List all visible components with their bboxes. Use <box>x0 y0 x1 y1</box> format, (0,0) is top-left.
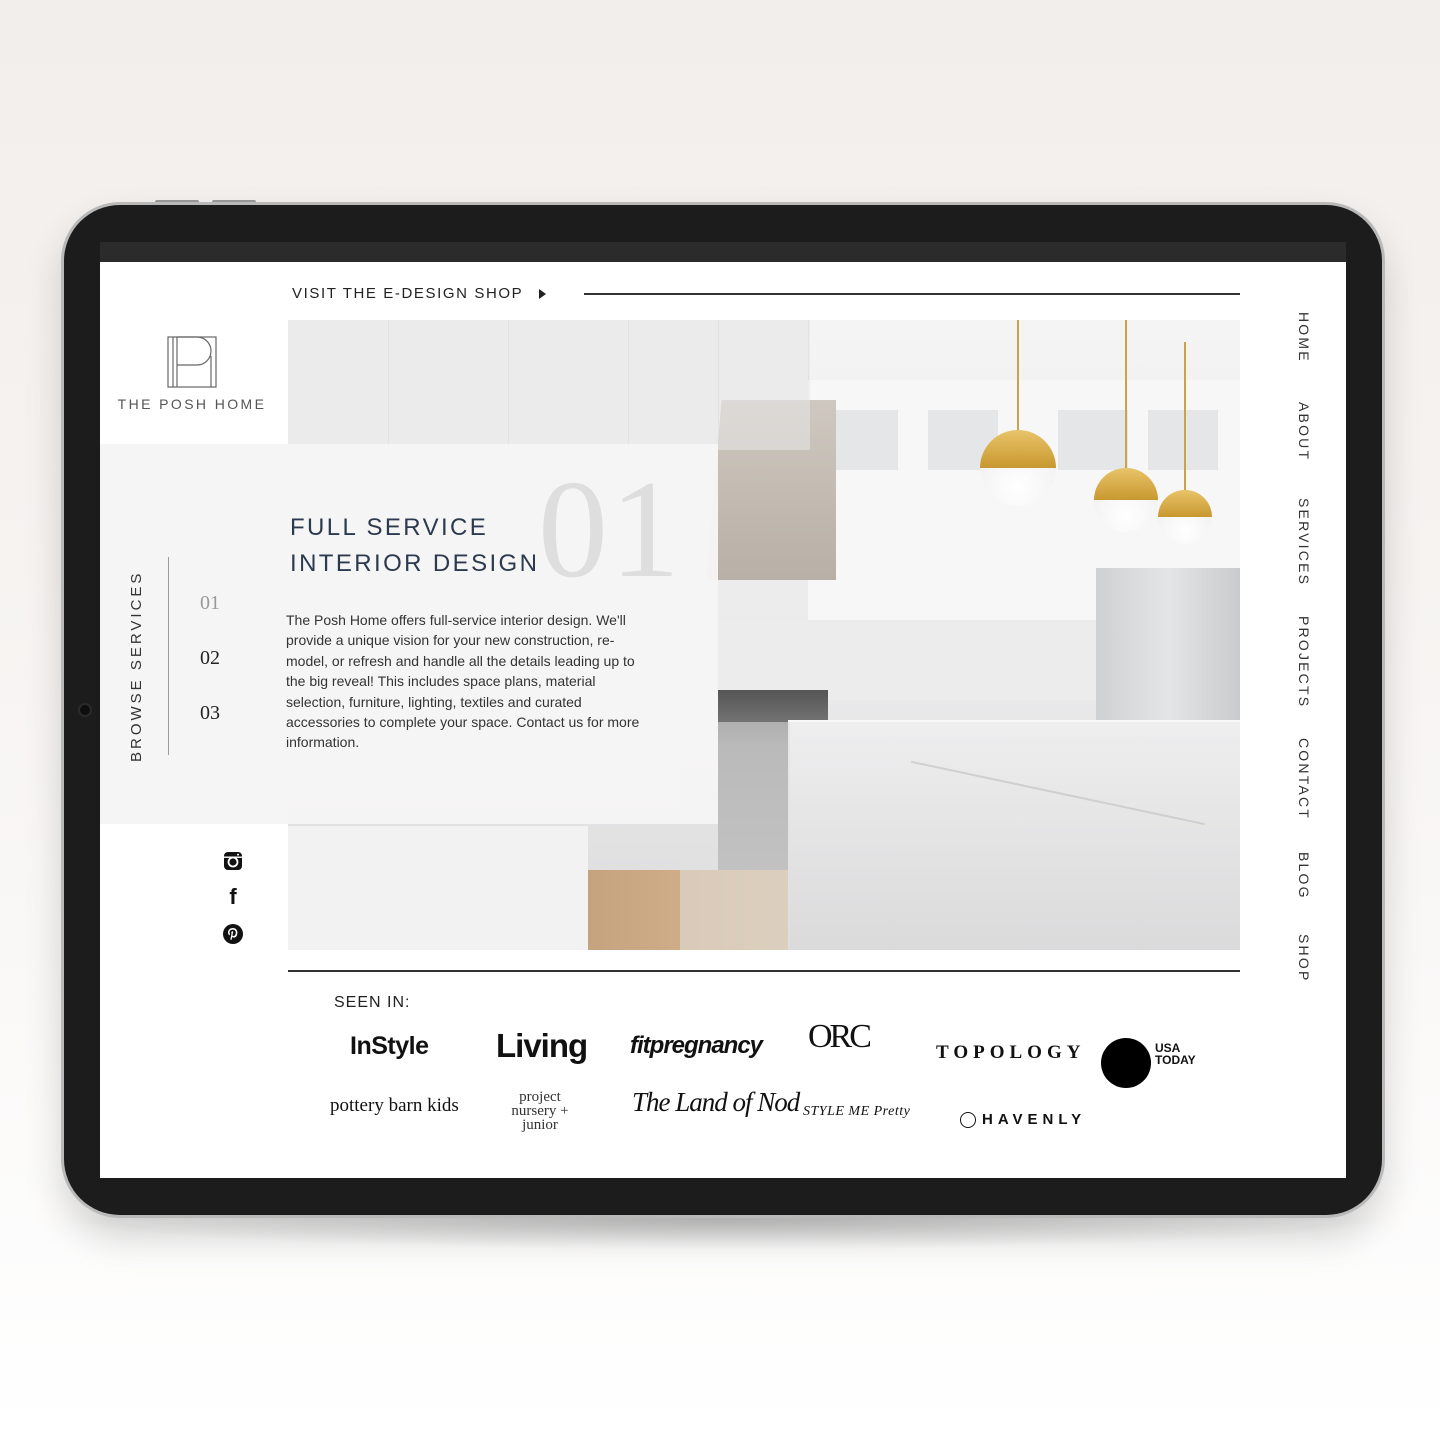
tablet-camera <box>80 705 90 715</box>
seen-in-label: SEEN IN: <box>334 994 411 1011</box>
nav-contact[interactable]: CONTACT <box>1296 738 1312 820</box>
topology-logo: TOPOLOGY <box>936 1042 1086 1063</box>
havenly-mark-icon <box>960 1111 976 1128</box>
nav-blog[interactable]: BLOG <box>1296 852 1312 900</box>
facebook-icon[interactable]: f <box>222 884 244 909</box>
havenly-text: HAVENLY <box>982 1111 1087 1128</box>
marble-island <box>788 720 1240 950</box>
service-title: FULL SERVICE INTERIOR DESIGN <box>290 510 590 582</box>
website-screen: VISIT THE E-DESIGN SHOP THE POSH HOME 01… <box>100 242 1346 1178</box>
pinterest-icon[interactable] <box>222 923 244 945</box>
nav-home[interactable]: HOME <box>1296 312 1312 363</box>
browse-divider <box>168 557 169 755</box>
site-logo[interactable]: THE POSH HOME <box>100 320 284 412</box>
brand-name: THE POSH HOME <box>117 396 267 412</box>
nav-services[interactable]: SERVICES <box>1296 498 1312 586</box>
refrigerator <box>1096 568 1240 728</box>
orc-logo: ORC <box>808 1018 872 1055</box>
pendant-light <box>1158 342 1212 544</box>
lower-cabinets <box>288 825 588 950</box>
service-title-line: INTERIOR DESIGN <box>290 550 540 577</box>
image-overlay <box>288 320 810 450</box>
pendant-light <box>980 320 1056 506</box>
nav-about[interactable]: ABOUT <box>1296 402 1312 461</box>
service-description: The Posh Home offers full-service interi… <box>286 612 640 751</box>
service-tab-01[interactable]: 01 <box>200 592 220 615</box>
posh-home-monogram-icon <box>167 336 217 388</box>
usa-today-dot-icon <box>1101 1038 1151 1088</box>
project-nursery-logo: project nursery + junior <box>511 1089 569 1133</box>
nav-projects[interactable]: PROJECTS <box>1296 616 1312 708</box>
fitpregnancy-logo: fitpregnancy <box>630 1032 763 1059</box>
style-me-pretty-logo: STYLE ME Pretty <box>803 1104 911 1119</box>
service-title-line: FULL SERVICE <box>290 514 489 541</box>
promo-divider <box>584 293 1240 295</box>
e-design-shop-label: VISIT THE E-DESIGN SHOP <box>292 285 524 302</box>
service-tab-02[interactable]: 02 <box>200 647 220 670</box>
service-tab-03[interactable]: 03 <box>200 702 220 725</box>
e-design-shop-link[interactable]: VISIT THE E-DESIGN SHOP <box>292 285 547 302</box>
browser-status-bar <box>100 242 1346 262</box>
living-logo: Living <box>496 1027 588 1064</box>
usa-today-logo: USA TODAY <box>1155 1041 1196 1067</box>
instyle-logo: InStyle <box>350 1032 429 1060</box>
instagram-icon[interactable] <box>222 850 244 872</box>
browse-services-label: BROWSE SERVICES <box>128 570 145 762</box>
triangle-right-icon <box>539 288 547 299</box>
havenly-logo: HAVENLY <box>960 1111 1086 1128</box>
seen-in-divider <box>288 970 1240 972</box>
land-of-nod-logo: The Land of Nod <box>632 1087 800 1117</box>
pendant-light <box>1094 320 1158 532</box>
nav-shop[interactable]: SHOP <box>1296 934 1312 982</box>
pottery-barn-kids-logo: pottery barn kids <box>330 1095 459 1116</box>
